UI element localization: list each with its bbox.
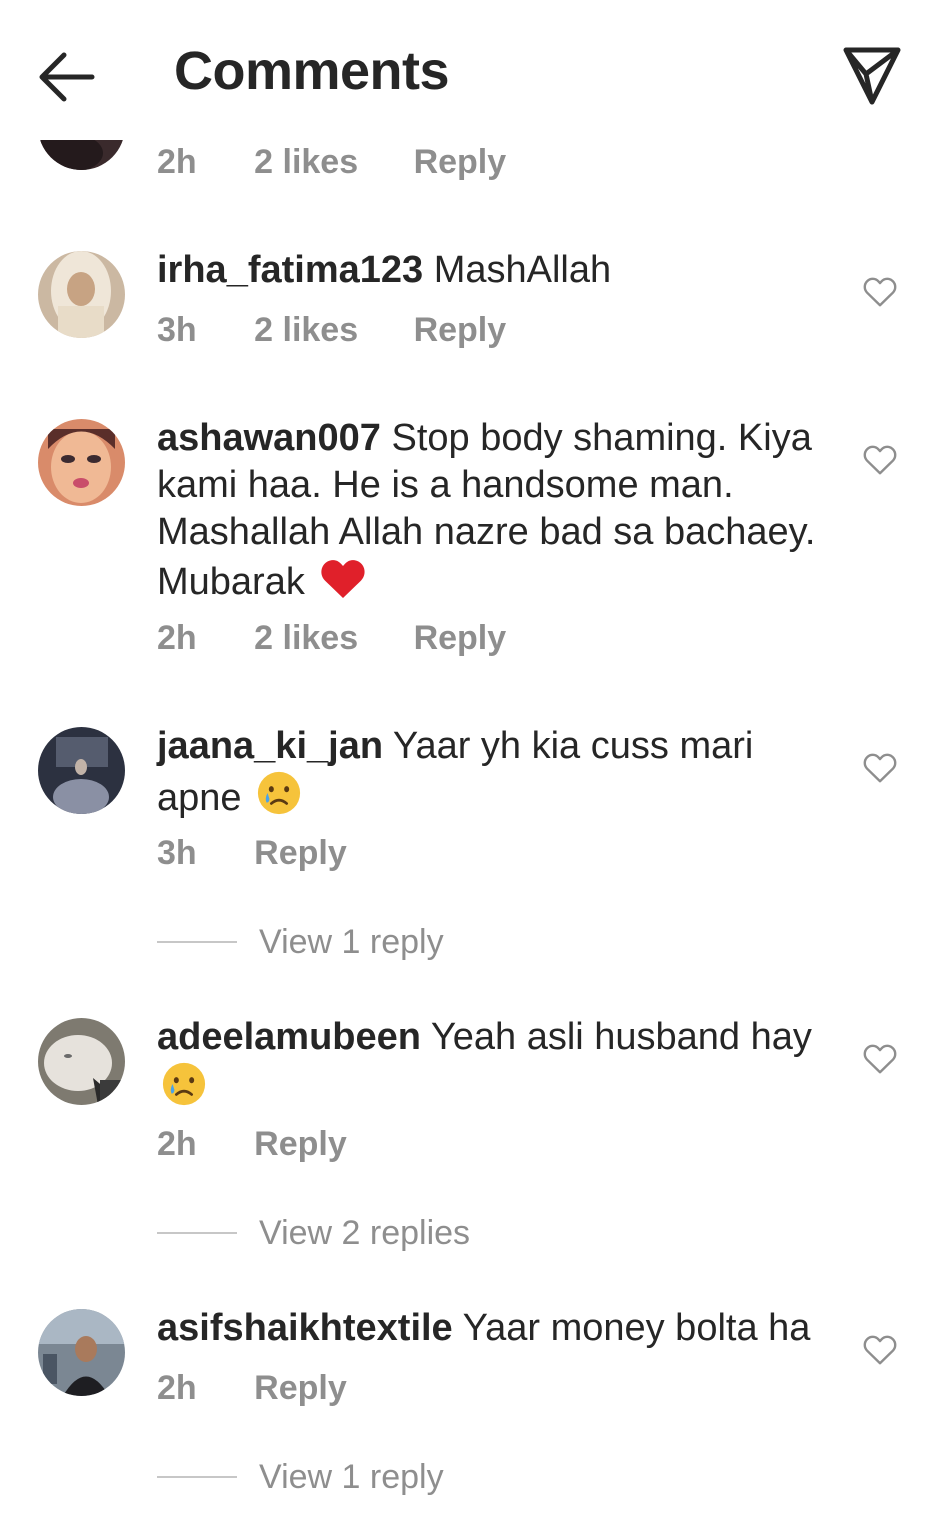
comment-avatar[interactable] <box>38 1309 125 1396</box>
reply-button[interactable]: Reply <box>414 619 507 658</box>
comment-username[interactable]: irha_fatima123 <box>157 249 423 291</box>
comment-username[interactable]: ashawan007 <box>157 417 381 459</box>
comment-time: 3h <box>157 834 197 872</box>
comment-username[interactable]: jaana_ki_jan <box>157 725 383 767</box>
view-replies-button[interactable]: View 1 reply <box>157 1457 444 1497</box>
comment-likes[interactable]: 2 likes <box>254 311 358 350</box>
comment-body: ashawan007 Stop body shaming. Kiya kami … <box>157 415 837 612</box>
like-heart-icon[interactable] <box>862 750 898 784</box>
back-button[interactable] <box>30 42 102 114</box>
comment-avatar[interactable] <box>38 727 125 814</box>
share-button[interactable] <box>836 40 908 112</box>
red-heart-emoji <box>319 556 367 612</box>
crying-face-emoji <box>161 1061 207 1119</box>
comment-time: 2h <box>157 1125 197 1163</box>
replies-divider <box>157 941 237 943</box>
comment-body: jaana_ki_jan Yaar yh kia cuss mari apne <box>157 723 837 828</box>
comment-avatar[interactable] <box>38 419 125 506</box>
comment-body: asifshaikhtextile Yaar money bolta ha <box>157 1305 837 1352</box>
view-replies-label: View 2 replies <box>259 1213 471 1252</box>
reply-button[interactable]: Reply <box>254 1369 347 1408</box>
comment-time: 2h <box>157 619 197 657</box>
view-replies-button[interactable]: View 1 reply <box>157 922 444 962</box>
reply-button[interactable]: Reply <box>414 311 507 350</box>
like-heart-icon[interactable] <box>862 1041 898 1075</box>
like-heart-icon[interactable] <box>862 274 898 308</box>
reply-button[interactable]: Reply <box>254 1125 347 1164</box>
comment-meta: 2h 2 likes Reply <box>157 619 552 658</box>
view-replies-label: View 1 reply <box>259 922 444 961</box>
like-heart-icon[interactable] <box>862 442 898 476</box>
comment-body: irha_fatima123 MashAllah <box>157 247 837 294</box>
paper-plane-icon <box>843 47 901 105</box>
replies-divider <box>157 1232 237 1234</box>
replies-divider <box>157 1476 237 1478</box>
like-heart-icon[interactable] <box>862 1332 898 1366</box>
page-title: Comments <box>174 41 450 101</box>
reply-button[interactable]: Reply <box>254 834 347 873</box>
comment-text: Yeah asli husband hay <box>430 1016 812 1058</box>
comment-time: 2h <box>157 143 197 181</box>
comment-meta: 3h 2 likes Reply <box>157 311 552 350</box>
view-replies-button[interactable]: View 2 replies <box>157 1213 470 1253</box>
comment-meta: 2h Reply <box>157 1369 393 1408</box>
comments-list: 2h 2 likes Reply irha_fatima123 MashAlla… <box>0 0 947 1536</box>
comment-avatar[interactable] <box>38 251 125 338</box>
comment-text: Yaar money bolta ha <box>462 1307 811 1349</box>
comment-likes[interactable]: 2 likes <box>254 619 358 658</box>
comment-likes[interactable]: 2 likes <box>254 143 358 182</box>
view-replies-label: View 1 reply <box>259 1457 444 1496</box>
top-app-bar: Comments <box>0 0 947 140</box>
comment-meta: 3h Reply <box>157 834 393 873</box>
arrow-left-icon <box>39 52 95 102</box>
crying-face-emoji <box>256 770 302 828</box>
comment-meta: 2h 2 likes Reply <box>157 143 552 182</box>
comment-time: 3h <box>157 311 197 349</box>
comment-time: 2h <box>157 1369 197 1407</box>
comment-meta: 2h Reply <box>157 1125 393 1164</box>
comment-avatar[interactable] <box>38 1018 125 1105</box>
comment-username[interactable]: adeelamubeen <box>157 1016 421 1058</box>
comment-username[interactable]: asifshaikhtextile <box>157 1307 453 1349</box>
comment-body: adeelamubeen Yeah asli husband hay <box>157 1014 837 1119</box>
reply-button[interactable]: Reply <box>414 143 507 182</box>
comment-text: MashAllah <box>433 249 612 291</box>
